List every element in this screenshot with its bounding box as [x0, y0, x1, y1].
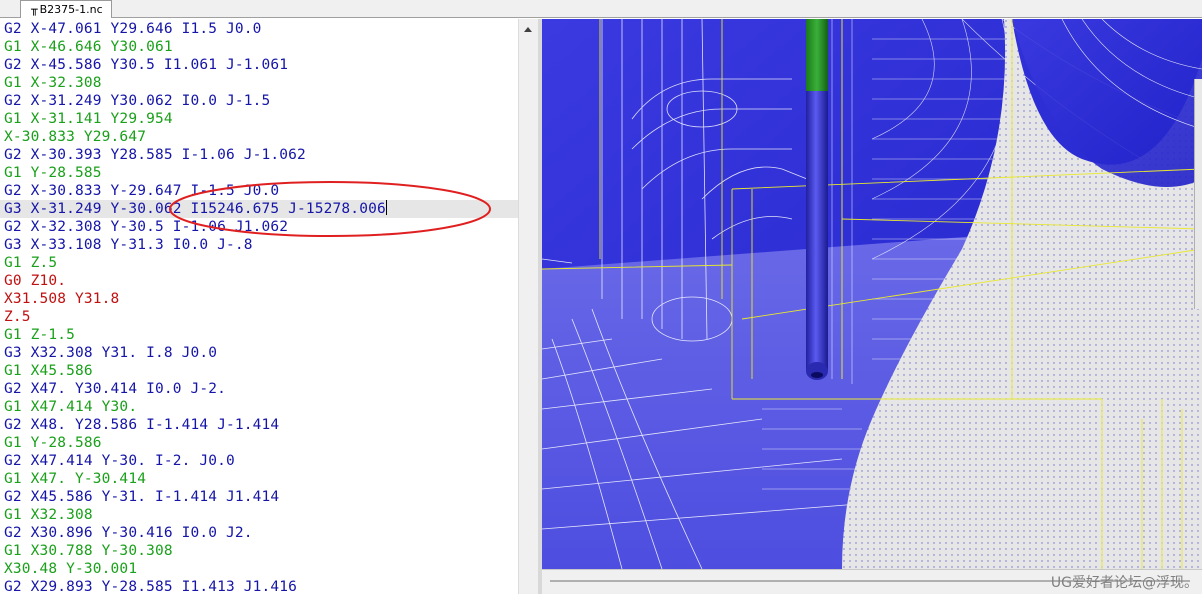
code-line[interactable]: G1 Z-1.5	[0, 326, 518, 344]
code-line[interactable]: G1 X-31.141 Y29.954	[0, 110, 518, 128]
code-line[interactable]: G1 X30.788 Y-30.308	[0, 542, 518, 560]
nc-file-icon: ╥	[31, 3, 38, 16]
tab-file[interactable]: ╥ B2375-1.nc	[20, 0, 112, 18]
code-line[interactable]: G1 X47. Y-30.414	[0, 470, 518, 488]
code-line[interactable]: G2 X-45.586 Y30.5 I1.061 J-1.061	[0, 56, 518, 74]
toolpath-graphic	[542, 19, 1202, 569]
code-line[interactable]: G1 X-46.646 Y30.061	[0, 38, 518, 56]
code-line[interactable]: X30.48 Y-30.001	[0, 560, 518, 578]
code-line[interactable]: G0 Z10.	[0, 272, 518, 290]
code-line[interactable]: G3 X-33.108 Y-31.3 I0.0 J-.8	[0, 236, 518, 254]
code-line[interactable]: G2 X-30.393 Y28.585 I-1.06 J-1.062	[0, 146, 518, 164]
code-line[interactable]: G1 X32.308	[0, 506, 518, 524]
code-line[interactable]: G1 Y-28.585	[0, 164, 518, 182]
code-line[interactable]: X-30.833 Y29.647	[0, 128, 518, 146]
watermark: UG爱好者论坛@浮现。	[1050, 575, 1198, 591]
code-line[interactable]: X31.508 Y31.8	[0, 290, 518, 308]
code-line[interactable]: G1 Z.5	[0, 254, 518, 272]
code-line[interactable]: G2 X-47.061 Y29.646 I1.5 J0.0	[0, 20, 518, 38]
code-editor[interactable]: G2 X-47.061 Y29.646 I1.5 J0.0 G1 X-46.646…	[0, 19, 518, 594]
tab-bar: ╥ B2375-1.nc	[0, 0, 1202, 18]
code-line[interactable]: G2 X47.414 Y-30. I-2. J0.0	[0, 452, 518, 470]
editor-scrollbar[interactable]	[518, 19, 538, 594]
code-line[interactable]: G1 X45.586	[0, 362, 518, 380]
code-line[interactable]: G2 X45.586 Y-31. I-1.414 J1.414	[0, 488, 518, 506]
code-line[interactable]: G1 X47.414 Y30.	[0, 398, 518, 416]
code-line[interactable]: G2 X47. Y30.414 I0.0 J-2.	[0, 380, 518, 398]
code-line[interactable]: Z.5	[0, 308, 518, 326]
tab-title: B2375-1.nc	[39, 3, 103, 16]
current-code-line[interactable]: G3 X-31.249 Y-30.062 I15246.675 J-15278.…	[0, 200, 518, 218]
code-line[interactable]: G2 X48. Y28.586 I-1.414 J-1.414	[0, 416, 518, 434]
code-line[interactable]: G2 X-30.833 Y-29.647 I-1.5 J0.0	[0, 182, 518, 200]
toolpath-viewport[interactable]	[542, 19, 1202, 569]
code-line[interactable]: G2 X29.893 Y-28.585 I1.413 J1.416	[0, 578, 518, 594]
code-line[interactable]: G1 X-32.308	[0, 74, 518, 92]
code-line[interactable]: G1 Y-28.586	[0, 434, 518, 452]
code-line[interactable]: G2 X30.896 Y-30.416 I0.0 J2.	[0, 524, 518, 542]
code-line[interactable]: G2 X-31.249 Y30.062 I0.0 J-1.5	[0, 92, 518, 110]
viewport-scrollbar[interactable]	[1194, 79, 1202, 309]
text-caret	[385, 200, 387, 215]
scroll-up-icon[interactable]	[524, 27, 532, 32]
code-line[interactable]: G3 X32.308 Y31. I.8 J0.0	[0, 344, 518, 362]
code-line[interactable]: G2 X-32.308 Y-30.5 I-1.06 J1.062	[0, 218, 518, 236]
